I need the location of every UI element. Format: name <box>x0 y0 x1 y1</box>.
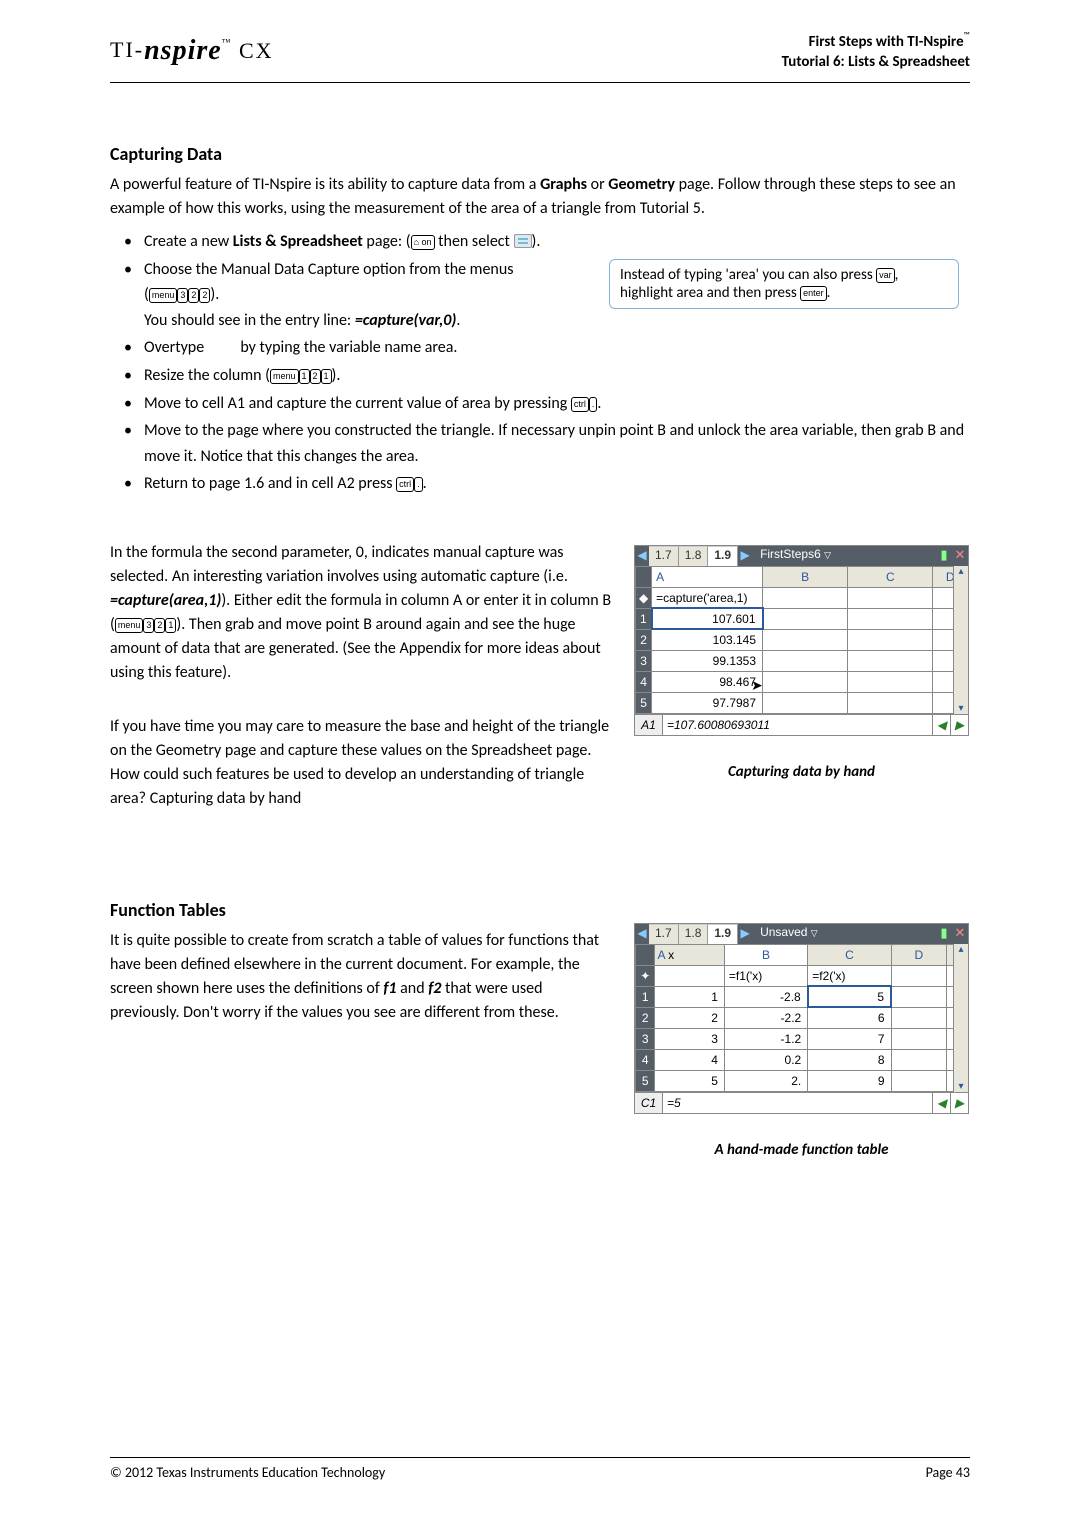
menu-key: menu <box>270 369 299 384</box>
home-key: ⌂ on <box>411 235 435 250</box>
tab-1-9[interactable]: 1.9 <box>708 924 738 944</box>
nav-right-icon[interactable]: ▶ <box>950 1093 968 1113</box>
section-capturing-title: Capturing Data <box>110 143 970 165</box>
three-key: 3 <box>143 618 154 633</box>
menu-key: menu <box>115 618 144 633</box>
menu-key: menu <box>149 288 178 303</box>
one-key: 1 <box>321 369 332 384</box>
step-create-page: Create a new Lists & Spreadsheet page: (… <box>124 229 970 255</box>
active-cell-ref: C1 <box>635 1093 663 1113</box>
nav-right-icon[interactable]: ▶ <box>950 715 968 735</box>
para-auto-capture: In the formula the second parameter, 0, … <box>110 541 615 685</box>
one-key: 1 <box>299 369 310 384</box>
ctrl-key: ctrl <box>571 397 589 412</box>
header-rule <box>110 82 970 83</box>
two-key: 2 <box>188 288 199 303</box>
spreadsheet-screenshot-capture: ◀ 1.7 1.8 1.9 ▶ FirstSteps6 ▽ ▮ ✕ A B C … <box>634 545 969 736</box>
entry-line[interactable]: =5 <box>663 1093 932 1113</box>
tab-1-8[interactable]: 1.8 <box>679 546 709 566</box>
tab-1-7[interactable]: 1.7 <box>649 924 679 944</box>
para-measure: If you have time you may care to measure… <box>110 715 615 811</box>
tab-right-arrow-icon[interactable]: ▶ <box>738 924 752 944</box>
section-function-tables-title: Function Tables <box>110 899 615 921</box>
close-icon[interactable]: ✕ <box>952 546 968 566</box>
tab-right-arrow-icon[interactable]: ▶ <box>738 546 752 566</box>
step-manual-capture: Choose the Manual Data Capture option fr… <box>124 257 970 334</box>
section-function-tables-body: It is quite possible to create from scra… <box>110 929 615 1025</box>
tab-left-arrow-icon[interactable]: ◀ <box>635 546 649 566</box>
step-move-page: Move to the page where you constructed t… <box>124 418 970 469</box>
document-name: Unsaved ▽ <box>752 924 936 944</box>
tab-1-8[interactable]: 1.8 <box>679 924 709 944</box>
page-footer: © 2012 Texas Instruments Education Techn… <box>110 1457 970 1481</box>
copyright: © 2012 Texas Instruments Education Techn… <box>110 1464 385 1481</box>
screenshot1-caption: Capturing data by hand <box>634 763 969 781</box>
page-header: TI-nspire™ CX First Steps with TI-Nspire… <box>110 30 970 82</box>
step-move-a1: Move to cell A1 and capture the current … <box>124 391 970 417</box>
battery-icon: ▮ <box>936 924 952 944</box>
two-key: 2 <box>199 288 210 303</box>
tab-1-7[interactable]: 1.7 <box>649 546 679 566</box>
nav-left-icon[interactable]: ◀ <box>932 715 950 735</box>
three-key: 3 <box>177 288 188 303</box>
battery-icon: ▮ <box>936 546 952 566</box>
step-resize: Resize the column (menu121). <box>124 363 970 389</box>
screenshot2-caption: A hand-made function table <box>634 1141 969 1159</box>
brand-logo: TI-nspire™ CX <box>110 35 274 67</box>
spreadsheet-icon <box>514 234 532 248</box>
vertical-scrollbar[interactable]: ▴▾ <box>953 944 968 1092</box>
header-meta: First Steps with TI-Nspire™ Tutorial 6: … <box>782 30 970 72</box>
section-capturing-intro: A powerful feature of TI-Nspire is its a… <box>110 173 970 221</box>
one-key: 1 <box>165 618 176 633</box>
nav-left-icon[interactable]: ◀ <box>932 1093 950 1113</box>
page-number: Page 43 <box>926 1464 970 1481</box>
dot-key: . <box>414 477 423 492</box>
tab-left-arrow-icon[interactable]: ◀ <box>635 924 649 944</box>
tab-1-9[interactable]: 1.9 <box>708 546 738 566</box>
close-icon[interactable]: ✕ <box>952 924 968 944</box>
ctrl-key: ctrl <box>396 477 414 492</box>
step-return: Return to page 1.6 and in cell A2 press … <box>124 471 970 497</box>
document-name: FirstSteps6 ▽ <box>752 546 936 566</box>
cursor-icon: ➤ <box>751 677 763 694</box>
vertical-scrollbar[interactable]: ▴▾ <box>953 566 968 714</box>
steps-list: Create a new Lists & Spreadsheet page: (… <box>110 229 970 497</box>
active-cell-ref: A1 <box>635 715 663 735</box>
entry-line[interactable]: =107.60080693011 <box>663 715 932 735</box>
two-key: 2 <box>310 369 321 384</box>
spreadsheet-screenshot-function-table: ◀ 1.7 1.8 1.9 ▶ Unsaved ▽ ▮ ✕ A x B C D … <box>634 923 969 1114</box>
step-overtype: Overtype by typing the variable name are… <box>124 335 970 361</box>
two-key: 2 <box>154 618 165 633</box>
